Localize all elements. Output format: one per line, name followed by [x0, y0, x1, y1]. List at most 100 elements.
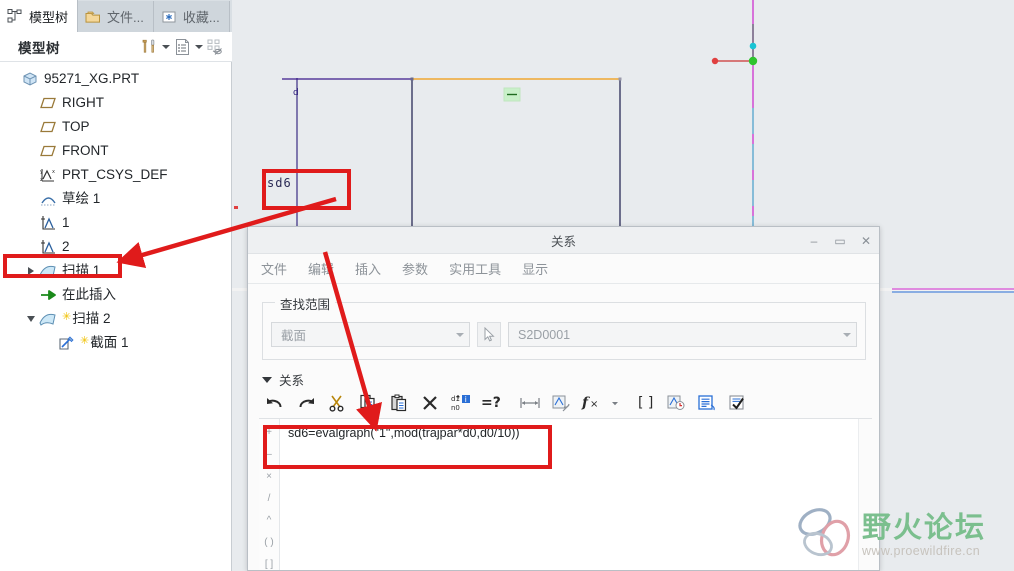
favorites-icon — [162, 11, 176, 22]
cut-icon[interactable] — [321, 390, 352, 416]
lookup-scope-legend: 查找范围 — [275, 294, 336, 313]
operator-plus[interactable]: + — [259, 422, 279, 444]
minimize-button[interactable]: – — [807, 234, 821, 248]
sketch-icon — [38, 189, 58, 209]
collapse-arrow-icon[interactable] — [24, 307, 38, 331]
tree-item[interactable]: TOP — [0, 115, 231, 139]
tools-settings-icon[interactable] — [138, 36, 160, 58]
tree-item-label: 在此插入 — [62, 287, 116, 302]
menu-item-display[interactable]: 显示 — [522, 259, 548, 278]
svg-text:[ ]: [ ] — [638, 395, 653, 411]
dialog-menubar: 文件 编辑 插入 参数 实用工具 显示 — [248, 254, 879, 284]
history-icon[interactable] — [660, 390, 691, 416]
tree-arrow-placeholder — [24, 163, 38, 187]
tree-item[interactable]: ✳ 截面 1 — [0, 331, 231, 355]
pick-object-button[interactable] — [477, 322, 501, 347]
sweep-icon — [38, 261, 58, 281]
chevron-down-icon[interactable] — [607, 390, 622, 416]
tree-item[interactable]: 草绘 1 — [0, 187, 231, 211]
tree-item-label: FRONT — [62, 143, 109, 158]
modified-star-icon: ✳ — [62, 310, 72, 323]
tree-item-label: RIGHT — [62, 95, 104, 110]
tab-favorites[interactable]: 收藏... — [153, 1, 230, 32]
graph-icon — [38, 213, 58, 233]
maximize-button[interactable]: ▭ — [833, 234, 847, 248]
dimension-label-sd6[interactable]: sd6 — [267, 176, 292, 190]
operator-minus[interactable]: – — [259, 444, 279, 466]
relations-section-label: 关系 — [279, 374, 305, 388]
tab-model-tree[interactable]: 模型树 — [0, 0, 79, 32]
tree-item[interactable]: y z x PRT_CSYS_DEF — [0, 163, 231, 187]
operator-divide[interactable]: / — [259, 488, 279, 510]
show-dimensions-icon[interactable] — [545, 390, 576, 416]
folder-icon — [85, 11, 101, 23]
menu-item-insert[interactable]: 插入 — [355, 259, 381, 278]
chevron-down-icon — [262, 376, 272, 383]
operator-power[interactable]: ^ — [259, 510, 279, 532]
operator-multiply[interactable]: × — [259, 466, 279, 488]
tree-filter-icon[interactable] — [204, 36, 226, 58]
csys-icon: yz x — [38, 165, 58, 185]
tree-arrow-placeholder — [24, 187, 38, 211]
tree-columns-icon[interactable] — [171, 36, 193, 58]
tree-item-label: 扫描 2 — [72, 311, 111, 326]
tree-item-label: 扫描 1 — [62, 263, 101, 278]
lookup-scope-row: 截面 S2D0001 — [271, 322, 857, 347]
tab-label: 模型树 — [29, 9, 69, 25]
evaluate-icon[interactable]: =? — [476, 390, 507, 416]
operator-parens[interactable]: ( ) — [259, 532, 279, 554]
tree-arrow-placeholder — [24, 91, 38, 115]
insert-function-icon[interactable]: f × — [576, 390, 607, 416]
menu-item-edit[interactable]: 编辑 — [308, 259, 334, 278]
pointer-select-icon — [484, 327, 495, 342]
model-tree-panel: 模型树 文件... 收藏... 模型树 95271_XG.PRT RIGHT T… — [0, 0, 232, 571]
tree-item[interactable]: RIGHT — [0, 91, 231, 115]
menu-item-utilities[interactable]: 实用工具 — [449, 259, 501, 278]
sort-relations-icon[interactable]: d1 n0 i — [445, 390, 476, 416]
relations-text-editor[interactable]: sd6=evalgraph("1",mod(trajpar*d0,d0/10)) — [280, 419, 858, 570]
expand-arrow-icon[interactable] — [24, 259, 38, 283]
relations-dialog: 关系 – ▭ ✕ 文件 编辑 插入 参数 实用工具 显示 查找范围 截面 S2D… — [247, 226, 880, 571]
undo-icon[interactable] — [259, 390, 290, 416]
editor-scrollbar[interactable] — [858, 419, 872, 570]
tree-item[interactable]: 95271_XG.PRT — [0, 67, 231, 91]
tree-item[interactable]: 1 — [0, 211, 231, 235]
tree-item[interactable]: FRONT — [0, 139, 231, 163]
tree-item[interactable]: ✳ 扫描 2 — [0, 307, 231, 331]
close-button[interactable]: ✕ — [859, 234, 873, 248]
sweep-icon — [38, 309, 58, 329]
tab-label: 收藏... — [182, 10, 220, 25]
unit-brackets-icon[interactable]: [ ] — [629, 390, 660, 416]
chevron-down-icon[interactable] — [193, 37, 204, 57]
scope-feature-dropdown[interactable]: S2D0001 — [508, 322, 857, 347]
datum-plane-icon — [38, 141, 58, 161]
operator-brackets[interactable]: [ ] — [259, 554, 279, 571]
application-window: 模型树 文件... 收藏... 模型树 95271_XG.PRT RIGHT T… — [0, 0, 1014, 571]
tree-item-label: 1 — [62, 215, 70, 230]
dialog-titlebar[interactable]: 关系 – ▭ ✕ — [248, 227, 879, 254]
datum-plane-icon — [38, 117, 58, 137]
menu-item-file[interactable]: 文件 — [261, 259, 287, 278]
tree-item[interactable]: 扫描 1 — [0, 259, 231, 283]
delete-icon[interactable] — [414, 390, 445, 416]
chevron-down-icon[interactable] — [160, 37, 171, 57]
copy-icon[interactable] — [352, 390, 383, 416]
tree-item-label: 2 — [62, 239, 70, 254]
redo-icon[interactable] — [290, 390, 321, 416]
dimension-toggle-icon[interactable] — [514, 390, 545, 416]
parameters-icon[interactable] — [691, 390, 722, 416]
tree-arrow-placeholder — [24, 211, 38, 235]
relations-section-header[interactable]: 关系 — [262, 370, 304, 389]
tree-item[interactable]: 在此插入 — [0, 283, 231, 307]
tab-folder-browser[interactable]: 文件... — [78, 1, 154, 32]
chevron-down-icon — [838, 323, 856, 346]
menu-item-parameters[interactable]: 参数 — [402, 259, 428, 278]
scope-type-dropdown[interactable]: 截面 — [271, 322, 470, 347]
dialog-title: 关系 — [550, 234, 576, 249]
tree-arrow-placeholder — [24, 115, 38, 139]
verify-icon[interactable] — [722, 390, 753, 416]
paste-icon[interactable] — [383, 390, 414, 416]
tree-item[interactable]: 2 — [0, 235, 231, 259]
tab-label: 文件... — [107, 10, 144, 25]
svg-text:×: × — [590, 399, 598, 410]
